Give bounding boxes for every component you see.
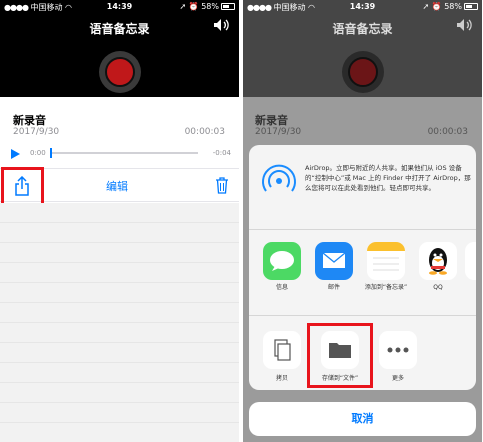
- share-icon: [15, 176, 29, 196]
- record-button: [342, 51, 384, 93]
- share-app-more-partial[interactable]: [465, 242, 476, 280]
- location-icon: ➚: [422, 2, 430, 11]
- recording-duration: 00:00:03: [427, 127, 468, 137]
- recording-title: 新录音: [255, 114, 288, 127]
- app-label: 信息: [275, 284, 288, 291]
- recorder-header: ●●●● 中国移动 ◠ 14:39 ➚ ⏰ 58% 语音备忘录: [0, 0, 239, 97]
- voice-memo-screen: ●●●● 中国移动 ◠ 14:39 ➚ ⏰ 58% 语音备忘录 新录音 2017…: [0, 0, 239, 442]
- empty-list-area: [0, 203, 239, 442]
- location-icon: ➚: [179, 2, 187, 11]
- recording-duration: 00:00:03: [184, 127, 225, 137]
- notes-icon: [367, 242, 405, 280]
- remaining-time: -0:04: [212, 149, 231, 157]
- app-label: QQ: [433, 284, 443, 291]
- share-app-messages[interactable]: 信息: [257, 242, 307, 292]
- playback-scrubber[interactable]: [50, 152, 198, 154]
- record-dot-icon: [348, 57, 378, 87]
- share-sheet-screen: ●●●● 中国移动 ◠ 14:39 ➚ ⏰ 58% 语音备忘录 新录音 2017…: [243, 0, 482, 442]
- airdrop-description: AirDrop。立即与附近的人共享。如果他们从 iOS 设备的“控制中心”或 M…: [305, 164, 471, 192]
- page-title: 语音备忘录: [332, 22, 393, 36]
- play-icon[interactable]: [9, 148, 21, 160]
- divider: [249, 229, 476, 230]
- app-label: 添加到“备忘录”: [364, 284, 408, 291]
- screenshot-root: ●●●● 中国移动 ◠ 14:39 ➚ ⏰ 58% 语音备忘录 新录音 2017…: [0, 0, 483, 442]
- copy-icon: [263, 331, 301, 369]
- trash-icon[interactable]: [215, 176, 229, 194]
- status-bar: ●●●● 中国移动 ◠ 14:39 ➚ ⏰ 58%: [243, 0, 482, 14]
- qq-penguin-icon: [419, 242, 457, 280]
- elapsed-time: 0:00: [30, 149, 46, 157]
- app-partial-icon: [465, 242, 476, 280]
- mail-icon: [315, 242, 353, 280]
- edit-button[interactable]: 编辑: [92, 178, 142, 194]
- more-icon: [379, 331, 417, 369]
- save-to-files-highlight: [307, 323, 373, 388]
- record-dot-icon: [105, 57, 135, 87]
- status-right: ➚ ⏰ 58%: [179, 2, 235, 11]
- action-more[interactable]: 更多: [373, 331, 423, 382]
- recording-date: 2017/9/30: [255, 127, 302, 137]
- recording-title: 新录音: [13, 114, 46, 127]
- messages-icon: [263, 242, 301, 280]
- alarm-icon: ⏰: [188, 2, 199, 11]
- app-label: 邮件: [327, 284, 340, 291]
- share-sheet: AirDrop。立即与附近的人共享。如果他们从 iOS 设备的“控制中心”或 M…: [249, 145, 476, 390]
- status-right: ➚ ⏰ 58%: [422, 2, 478, 11]
- recording-date: 2017/9/30: [13, 127, 60, 137]
- airdrop-icon[interactable]: [261, 163, 297, 199]
- share-app-mail[interactable]: 邮件: [309, 242, 359, 292]
- scrubber-handle[interactable]: [50, 148, 52, 158]
- action-label: 更多: [391, 375, 404, 382]
- share-app-notes[interactable]: 添加到“备忘录”: [361, 242, 411, 292]
- alarm-icon: ⏰: [431, 2, 442, 11]
- share-app-qq[interactable]: QQ: [413, 242, 463, 292]
- action-copy[interactable]: 拷贝: [257, 331, 307, 382]
- battery-percent: 58%: [444, 2, 462, 11]
- speaker-icon: [457, 19, 472, 31]
- share-button[interactable]: [1, 167, 44, 207]
- battery-icon: [221, 3, 235, 10]
- speaker-icon[interactable]: [213, 18, 231, 32]
- cancel-button[interactable]: 取消: [249, 402, 476, 436]
- battery-icon: [464, 3, 478, 10]
- page-title: 语音备忘录: [89, 22, 150, 36]
- action-label: 拷贝: [275, 375, 288, 382]
- battery-percent: 58%: [201, 2, 219, 11]
- status-bar: ●●●● 中国移动 ◠ 14:39 ➚ ⏰ 58%: [0, 0, 239, 14]
- divider: [249, 315, 476, 316]
- record-button[interactable]: [99, 51, 141, 93]
